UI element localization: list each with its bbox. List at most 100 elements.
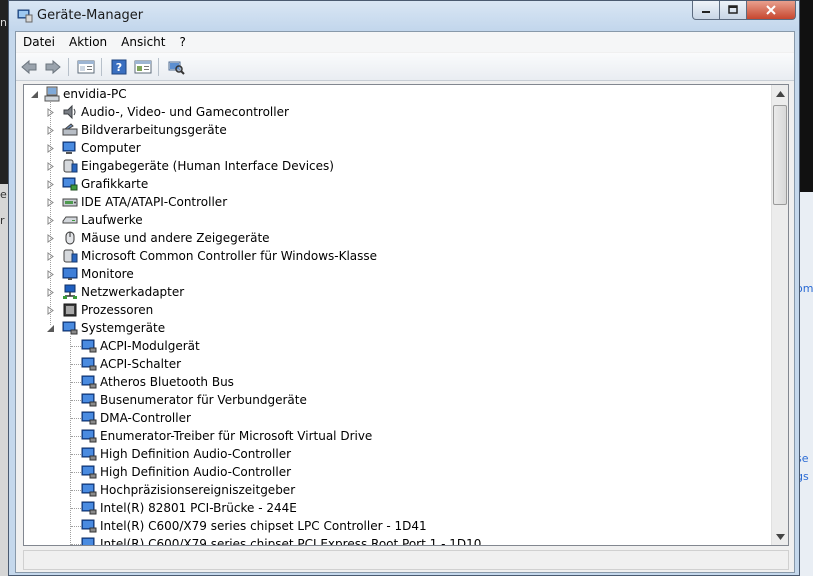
system-device-icon — [81, 357, 97, 371]
category-label: Audio-, Video- und Gamecontroller — [81, 105, 289, 119]
minimize-button[interactable] — [692, 1, 720, 20]
title-bar[interactable]: Geräte-Manager — [9, 1, 799, 31]
scroll-up-arrow-icon — [775, 90, 785, 97]
expand-icon[interactable] — [46, 144, 55, 153]
caption-buttons — [692, 1, 796, 21]
category-label: IDE ATA/ATAPI-Controller — [81, 195, 228, 209]
device-item[interactable]: Intel(R) C600/X79 series chipset PCI Exp… — [81, 535, 482, 546]
minimize-icon — [702, 11, 710, 13]
system-device-icon — [81, 483, 97, 497]
category-label: Netzwerkadapter — [81, 285, 185, 299]
forward-arrow-icon — [45, 59, 61, 74]
device-item[interactable]: Intel(R) 82801 PCI-Brücke - 244E — [81, 499, 297, 517]
collapse-icon[interactable] — [46, 324, 55, 333]
tree-connector — [70, 336, 71, 545]
device-label: Intel(R) C600/X79 series chipset PCI Exp… — [100, 537, 482, 546]
device-item[interactable]: Hochpräzisionsereigniszeitgeber — [81, 481, 295, 499]
scan-hardware-button[interactable] — [165, 57, 187, 77]
tree-root[interactable]: envidia-PC — [44, 85, 127, 103]
device-manager-icon — [17, 9, 33, 23]
category-label: Bildverarbeitungsgeräte — [81, 123, 227, 137]
tree-connector — [71, 490, 81, 491]
category-label: Mäuse und andere Zeigegeräte — [81, 231, 270, 245]
disk-drive-icon — [62, 216, 78, 224]
device-item[interactable]: Intel(R) C600/X79 series chipset LPC Con… — [81, 517, 427, 535]
system-device-icon — [81, 411, 97, 425]
svg-text:?: ? — [116, 61, 122, 74]
menu-bar: Datei Aktion Ansicht ? — [16, 32, 794, 52]
expand-icon[interactable] — [46, 270, 55, 279]
scrollbar-thumb[interactable] — [773, 105, 787, 205]
expand-icon[interactable] — [46, 108, 55, 117]
maximize-button[interactable] — [720, 1, 747, 20]
tree-connector — [71, 346, 81, 347]
menu-ansicht[interactable]: Ansicht — [114, 32, 172, 52]
device-item[interactable]: DMA-Controller — [81, 409, 191, 427]
ide-controller-icon — [62, 198, 78, 207]
device-label: Hochpräzisionsereigniszeitgeber — [100, 483, 296, 497]
tree-connector — [71, 454, 81, 455]
window-title: Geräte-Manager — [37, 8, 144, 23]
show-hide-console-tree-icon — [77, 60, 95, 73]
expand-icon[interactable] — [46, 162, 55, 171]
scroll-up-button[interactable] — [772, 85, 788, 102]
category-label: Microsoft Common Controller für Windows-… — [81, 249, 378, 263]
device-item[interactable]: High Definition Audio-Controller — [81, 445, 291, 463]
category-label: Monitore — [81, 267, 134, 281]
expand-icon[interactable] — [46, 198, 55, 207]
vertical-scrollbar[interactable] — [771, 85, 788, 545]
expand-icon[interactable] — [46, 252, 55, 261]
system-device-icon — [81, 393, 97, 407]
device-label: DMA-Controller — [100, 411, 191, 425]
background-text: r — [0, 214, 5, 227]
device-label: ACPI-Schalter — [100, 357, 182, 371]
window-client-area: Datei Aktion Ansicht ? ? envidia-PC Audi… — [15, 31, 795, 573]
help-icon: ? — [111, 59, 127, 74]
device-item[interactable]: Busenumerator für Verbundgeräte — [81, 391, 307, 409]
category-label: Grafikkarte — [81, 177, 149, 191]
close-button[interactable] — [747, 1, 796, 20]
system-device-icon — [62, 321, 78, 335]
toolbar-separator — [68, 57, 69, 76]
category-label: Eingabegeräte (Human Interface Devices) — [81, 159, 334, 173]
menu-help[interactable]: ? — [172, 32, 192, 52]
menu-datei[interactable]: Datei — [16, 32, 62, 52]
category-label: Laufwerke — [81, 213, 143, 227]
tree-connector — [71, 436, 81, 437]
device-label: Atheros Bluetooth Bus — [100, 375, 234, 389]
forward-button[interactable] — [42, 57, 64, 77]
collapse-icon[interactable] — [30, 90, 39, 99]
device-item[interactable]: High Definition Audio-Controller — [81, 463, 291, 481]
tree-root-label: envidia-PC — [63, 87, 127, 101]
device-manager-window: Geräte-Manager Datei Aktion Ansicht ? ? … — [8, 0, 800, 576]
system-device-icon — [81, 537, 95, 545]
toolbar-separator — [158, 57, 159, 76]
expand-icon[interactable] — [46, 288, 55, 297]
expand-icon[interactable] — [46, 306, 55, 315]
back-button[interactable] — [18, 57, 40, 77]
scan-hardware-icon — [168, 61, 185, 75]
scanner-icon — [62, 123, 78, 136]
device-item[interactable]: Enumerator-Treiber für Microsoft Virtual… — [81, 427, 372, 445]
system-device-icon — [81, 375, 97, 389]
processor-icon — [63, 303, 77, 317]
expand-icon[interactable] — [46, 234, 55, 243]
show-hide-tree-button[interactable] — [75, 57, 97, 77]
device-tree[interactable]: envidia-PC Audio-, Video- und Gamecontro… — [23, 84, 789, 546]
expand-icon[interactable] — [46, 216, 55, 225]
help-button[interactable]: ? — [108, 57, 130, 77]
expand-icon[interactable] — [46, 126, 55, 135]
system-device-icon — [81, 447, 97, 461]
scroll-down-button[interactable] — [772, 528, 788, 545]
device-item[interactable]: ACPI-Schalter — [81, 355, 181, 373]
status-bar — [23, 550, 789, 570]
expand-icon[interactable] — [46, 180, 55, 189]
hid-icon — [63, 159, 78, 173]
device-item[interactable]: Atheros Bluetooth Bus — [81, 373, 234, 391]
device-item[interactable]: ACPI-Modulgerät — [81, 337, 200, 355]
properties-button[interactable] — [132, 57, 154, 77]
device-label: Busenumerator für Verbundgeräte — [100, 393, 307, 407]
maximize-icon — [728, 5, 738, 14]
menu-aktion[interactable]: Aktion — [62, 32, 114, 52]
tree-connector — [71, 508, 81, 509]
